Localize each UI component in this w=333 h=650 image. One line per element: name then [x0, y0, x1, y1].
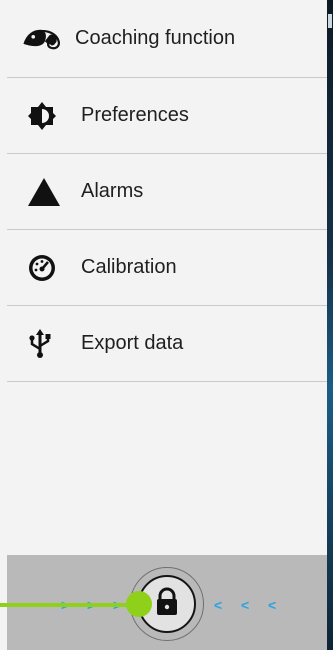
menu-item-label: Coaching function: [75, 27, 236, 49]
menu-item-export-data[interactable]: Export data: [7, 306, 327, 382]
background-app-edge: [327, 0, 333, 650]
slide-left-arrow: <: [241, 597, 250, 613]
drawer-menu: Coaching function Preferences Alarms Cal…: [7, 0, 327, 382]
usb-icon: [7, 324, 61, 364]
slider-progress-line: [0, 603, 137, 607]
background-app-marker: [328, 14, 332, 28]
menu-item-alarms[interactable]: Alarms: [7, 154, 327, 230]
menu-item-label: Preferences: [81, 104, 189, 126]
menu-item-preferences[interactable]: Preferences: [7, 78, 327, 154]
navigation-drawer: Coaching function Preferences Alarms Cal…: [0, 0, 327, 650]
menu-item-coaching-function[interactable]: Coaching function: [7, 0, 327, 78]
chameleon-icon: [7, 19, 61, 59]
slider-handle[interactable]: [126, 591, 152, 617]
menu-item-calibration[interactable]: Calibration: [7, 230, 327, 306]
menu-item-label: Export data: [81, 332, 184, 354]
slide-left-arrow: <: [214, 597, 223, 613]
menu-item-label: Calibration: [81, 256, 177, 278]
gauge-icon: [7, 248, 61, 288]
menu-item-label: Alarms: [81, 180, 144, 202]
brightness-icon: [7, 96, 61, 136]
lock-icon: [154, 587, 180, 622]
warning-triangle-icon: [7, 172, 61, 212]
slide-left-arrow: <: [268, 597, 277, 613]
